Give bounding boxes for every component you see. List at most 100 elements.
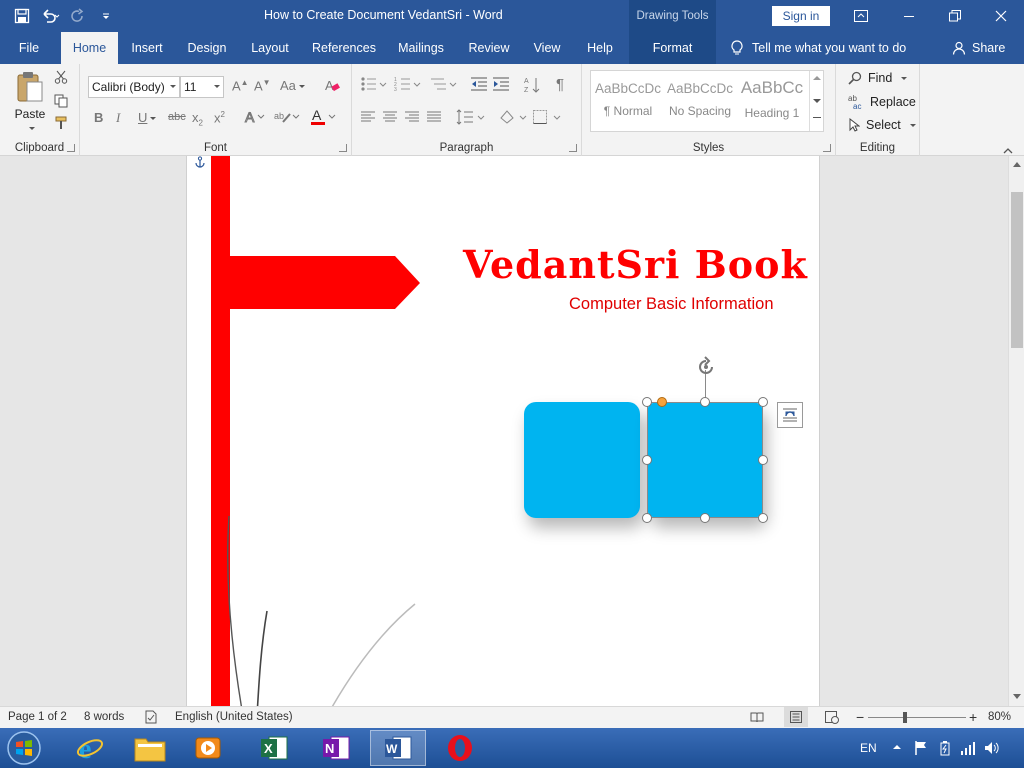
paragraph-launcher-icon[interactable] (569, 144, 577, 152)
restore-icon[interactable] (932, 0, 978, 32)
bullets-icon[interactable] (360, 76, 388, 95)
select-button[interactable]: Select (848, 115, 916, 135)
resize-handle-top-left[interactable] (642, 397, 652, 407)
document-page[interactable]: VedantSri Book Computer Basic Informatio… (186, 156, 820, 706)
grow-font-icon[interactable]: A▲ (232, 78, 249, 93)
bold-icon[interactable]: B (94, 110, 103, 125)
tab-help[interactable]: Help (578, 32, 622, 64)
numbering-icon[interactable]: 123 (394, 76, 422, 95)
sign-in-button[interactable]: Sign in (772, 6, 830, 26)
show-hidden-icons-icon[interactable] (892, 741, 902, 755)
tab-view[interactable]: View (526, 32, 568, 64)
format-painter-icon[interactable] (54, 116, 68, 133)
resize-handle-left[interactable] (642, 455, 652, 465)
clipboard-launcher-icon[interactable] (67, 144, 75, 152)
taskbar-internet-explorer[interactable]: e (62, 730, 118, 766)
resize-handle-bottom-right[interactable] (758, 513, 768, 523)
tell-me-search[interactable]: Tell me what you want to do (730, 32, 906, 64)
copy-icon[interactable] (54, 94, 68, 111)
power-icon[interactable] (938, 740, 952, 756)
tab-mailings[interactable]: Mailings (390, 32, 452, 64)
sort-icon[interactable]: AZ (524, 76, 542, 97)
decrease-indent-icon[interactable] (470, 76, 488, 95)
tab-review[interactable]: Review (462, 32, 516, 64)
zoom-out-icon[interactable]: − (856, 709, 864, 725)
minimize-icon[interactable] (886, 0, 932, 32)
borders-icon[interactable] (532, 108, 562, 129)
book-subtitle[interactable]: Computer Basic Information (569, 295, 774, 314)
styles-launcher-icon[interactable] (823, 144, 831, 152)
resize-handle-right[interactable] (758, 455, 768, 465)
underline-icon[interactable]: U (138, 110, 157, 125)
zoom-slider-thumb[interactable] (903, 712, 907, 723)
strikethrough-icon[interactable]: abc (168, 111, 186, 123)
redo-icon[interactable] (64, 4, 92, 28)
find-button[interactable]: Find (848, 68, 908, 88)
shading-icon[interactable] (498, 108, 528, 129)
book-title[interactable]: VedantSri Book (463, 242, 808, 287)
clear-formatting-icon[interactable]: A (324, 77, 340, 96)
zoom-in-icon[interactable]: + (969, 709, 977, 725)
red-arrow-banner[interactable] (230, 256, 422, 310)
subscript-icon[interactable]: x2 (192, 110, 203, 128)
font-size-combo[interactable]: 11 (180, 76, 224, 98)
taskbar-word[interactable]: W (370, 730, 426, 766)
tab-file[interactable]: File (6, 32, 52, 64)
font-name-combo[interactable]: Calibri (Body) (88, 76, 180, 98)
tab-references[interactable]: References (306, 32, 382, 64)
volume-icon[interactable] (984, 740, 1000, 756)
superscript-icon[interactable]: x2 (214, 110, 225, 125)
resize-handle-top[interactable] (700, 397, 710, 407)
styles-down-icon[interactable] (813, 99, 821, 103)
action-center-flag-icon[interactable] (914, 740, 928, 756)
rotate-handle-icon[interactable] (695, 356, 717, 381)
input-language[interactable]: EN (860, 728, 877, 768)
style-heading-1[interactable]: AaBbCc Heading 1 (737, 71, 807, 129)
zoom-level[interactable]: 80% (988, 711, 1011, 723)
shrink-font-icon[interactable]: A▼ (254, 78, 271, 93)
styles-more-icon[interactable] (813, 117, 821, 118)
show-formatting-marks-icon[interactable]: ¶ (556, 76, 564, 93)
replace-button[interactable]: ab ac Replace (848, 92, 916, 112)
align-right-icon[interactable] (404, 110, 420, 127)
italic-icon[interactable]: I (116, 110, 120, 126)
share-button[interactable]: Share (952, 32, 1005, 64)
styles-scroll[interactable] (809, 71, 823, 131)
taskbar-file-explorer[interactable] (122, 730, 178, 766)
font-color-icon[interactable]: A (310, 107, 336, 129)
read-mode-icon[interactable] (750, 710, 764, 727)
cut-icon[interactable] (54, 70, 68, 87)
align-left-icon[interactable] (360, 110, 376, 127)
start-button[interactable] (2, 728, 46, 768)
taskbar-excel[interactable]: X (246, 730, 302, 766)
taskbar-media-player[interactable] (180, 730, 236, 766)
styles-up-icon[interactable] (813, 76, 821, 80)
text-effects-icon[interactable]: A (244, 109, 266, 128)
increase-indent-icon[interactable] (492, 76, 510, 95)
zoom-slider[interactable] (868, 717, 966, 718)
highlight-icon[interactable]: ab (274, 109, 300, 128)
change-case-icon[interactable]: Aa (280, 78, 305, 93)
vertical-scrollbar[interactable] (1008, 156, 1024, 706)
taskbar-onenote[interactable]: N (308, 730, 364, 766)
save-icon[interactable] (8, 4, 36, 28)
ribbon-display-options-icon[interactable] (838, 0, 884, 32)
network-icon[interactable] (960, 740, 976, 756)
web-layout-icon[interactable] (824, 710, 840, 727)
close-icon[interactable] (978, 0, 1024, 32)
multilevel-list-icon[interactable] (430, 76, 458, 95)
page-count[interactable]: Page 1 of 2 (8, 711, 67, 723)
tab-design[interactable]: Design (180, 32, 234, 64)
scrollbar-thumb[interactable] (1011, 192, 1023, 348)
resize-handle-top-right[interactable] (758, 397, 768, 407)
customize-qat-icon[interactable] (92, 4, 120, 28)
resize-handle-bottom-left[interactable] (642, 513, 652, 523)
taskbar-opera[interactable] (432, 730, 488, 766)
language-indicator[interactable]: English (United States) (175, 711, 293, 723)
align-center-icon[interactable] (382, 110, 398, 127)
proofing-icon[interactable] (144, 710, 158, 727)
cyan-rounded-shape-left[interactable] (524, 402, 640, 518)
tab-layout[interactable]: Layout (244, 32, 296, 64)
word-count[interactable]: 8 words (84, 711, 124, 723)
print-layout-icon[interactable] (784, 707, 808, 727)
